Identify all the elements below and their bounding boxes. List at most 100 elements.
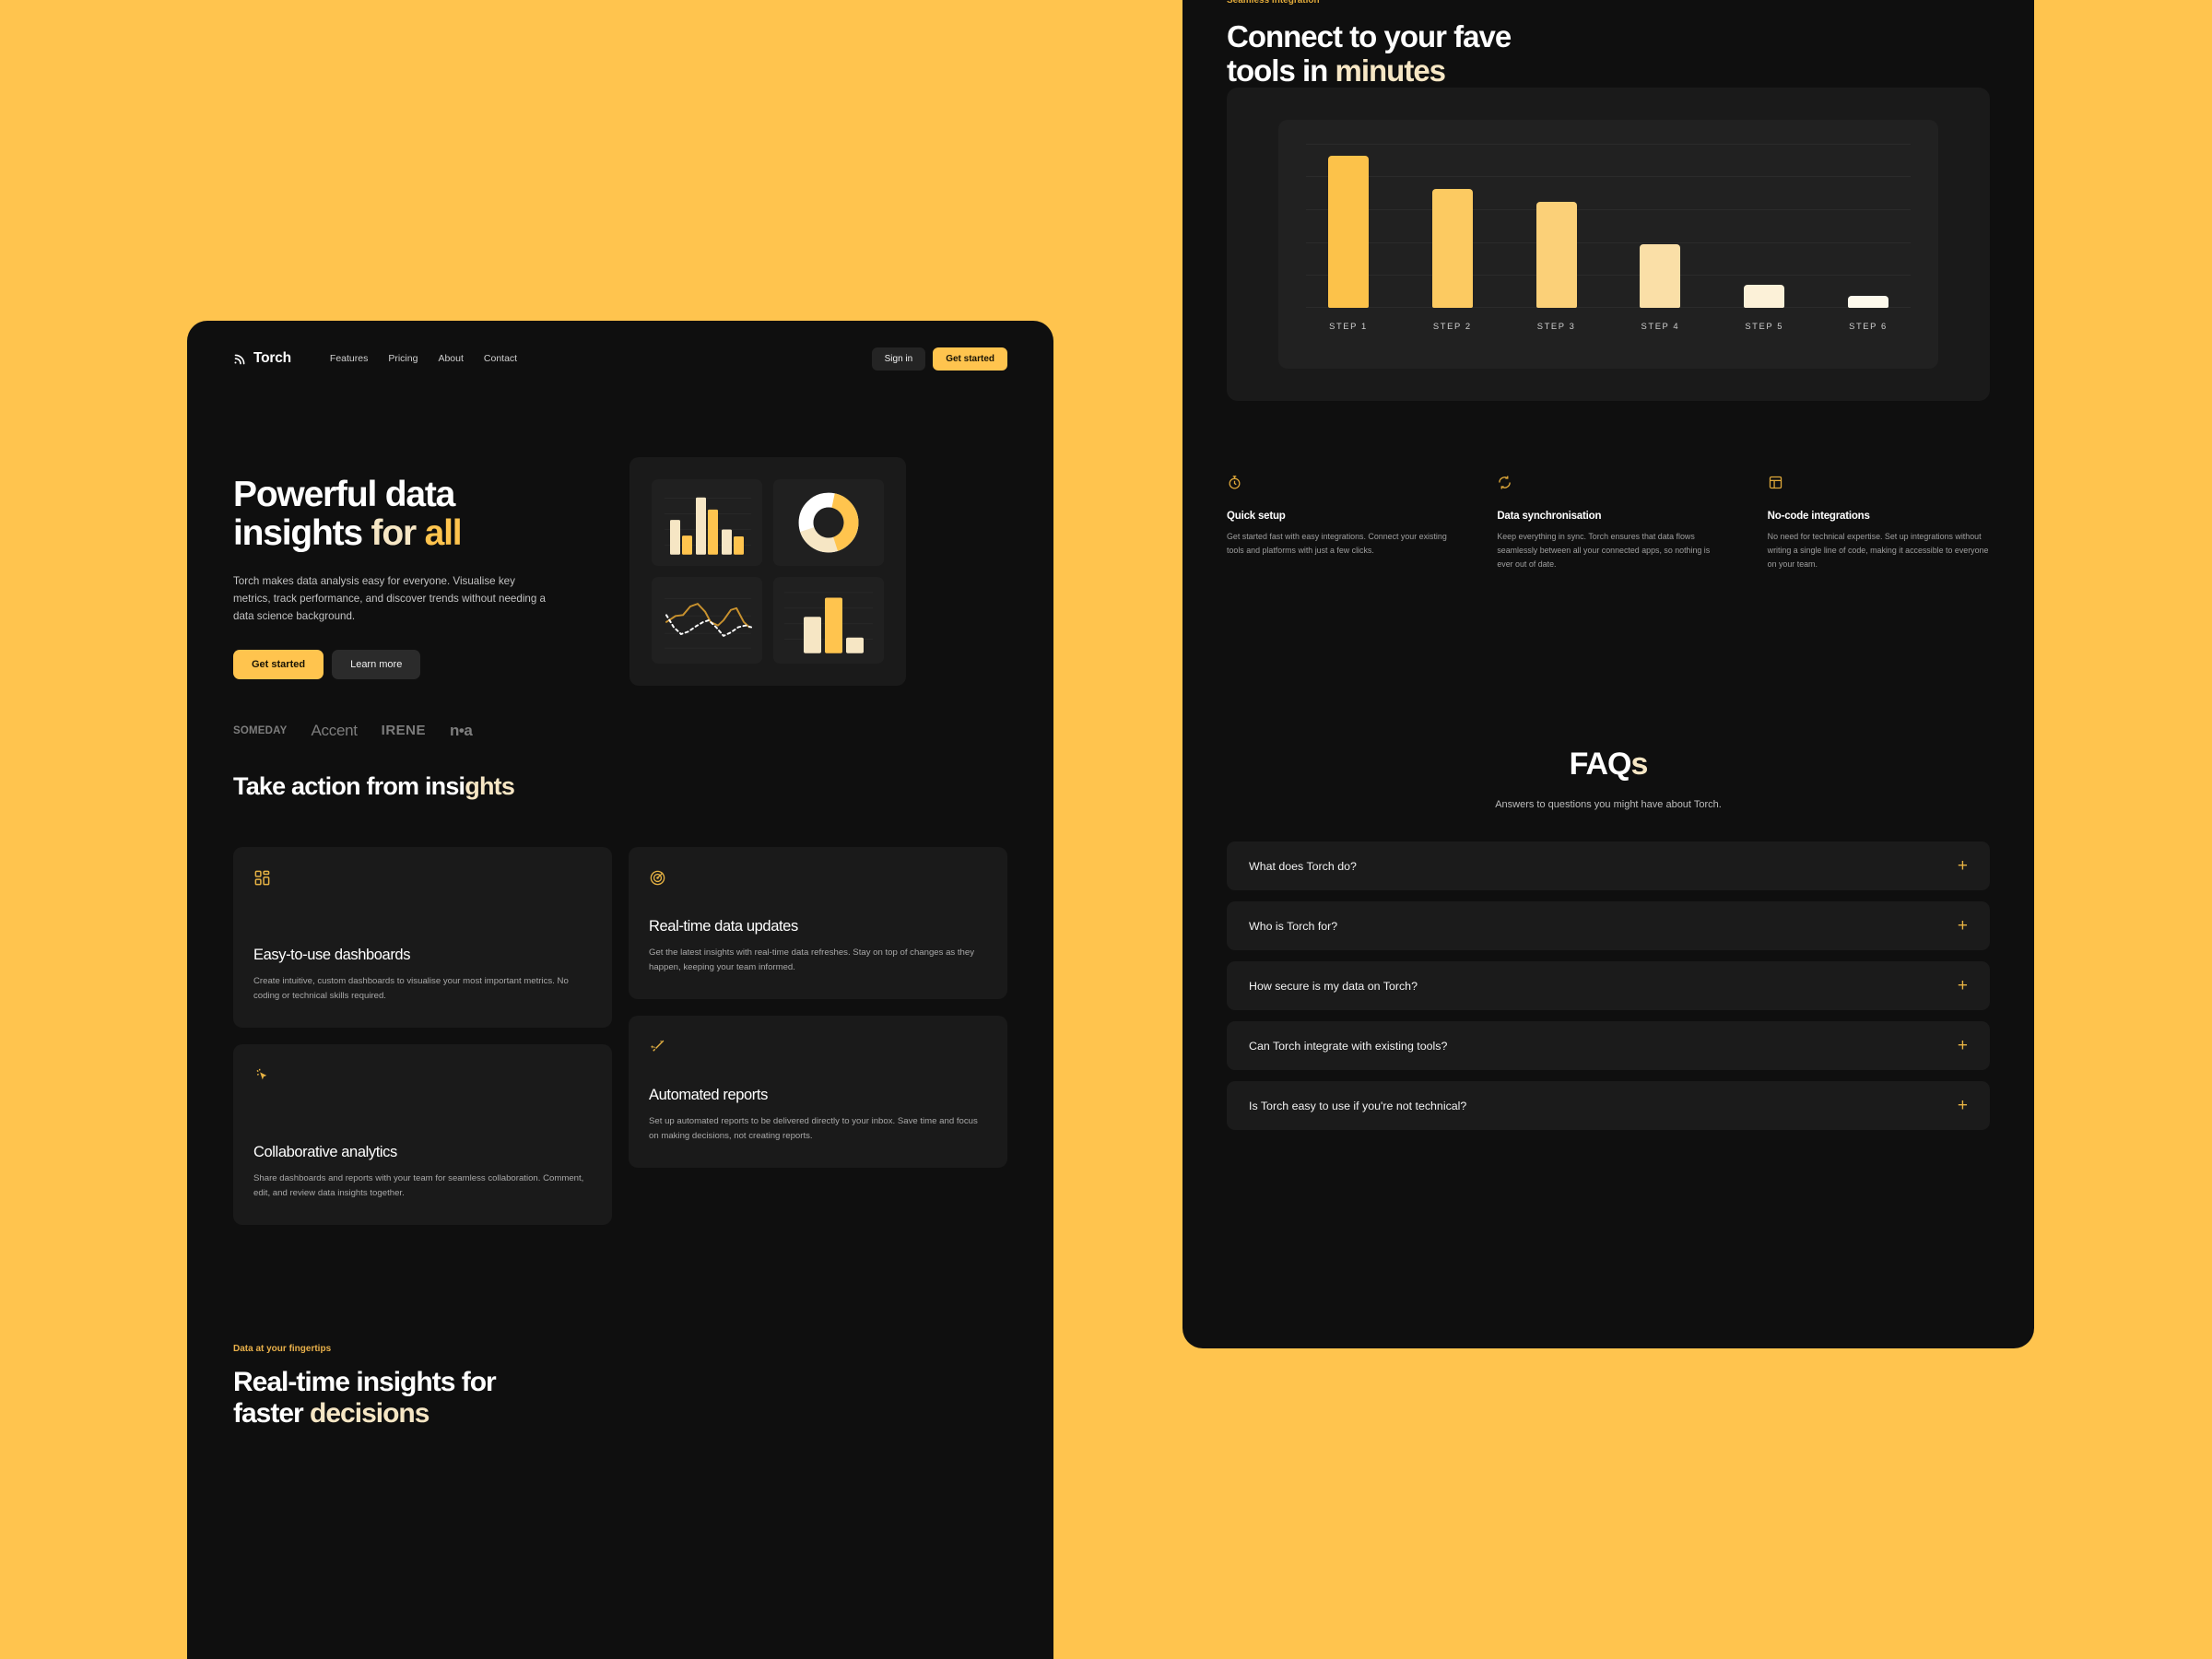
nav-link-contact[interactable]: Contact	[484, 353, 517, 364]
integration-feature-body-1: Keep everything in sync. Torch ensures t…	[1497, 532, 1711, 570]
hero-line-chart	[652, 577, 762, 664]
logo-irene: IRENE	[381, 723, 427, 739]
feature-body-collaborative: Share dashboards and reports with your t…	[253, 1173, 584, 1199]
faq-section: FAQs Answers to questions you might have…	[1227, 747, 1990, 1130]
faq-item[interactable]: Who is Torch for? +	[1227, 901, 1990, 950]
mini-bar-chart-svg	[665, 497, 751, 555]
hero-title: Powerful data insights for all	[233, 475, 602, 554]
bar-column	[1618, 144, 1702, 308]
faq-item[interactable]: What does Torch do? +	[1227, 841, 1990, 890]
hero-mini-bar-chart	[652, 479, 762, 566]
integration-title-line1: Connect to your fave	[1227, 19, 1512, 53]
card-spacer	[253, 887, 592, 947]
nav-link-about[interactable]: About	[438, 353, 463, 364]
faq-subtitle: Answers to questions you might have abou…	[1495, 799, 1722, 810]
integration-feature-quick-setup: Quick setup Get started fast with easy i…	[1227, 475, 1449, 571]
feature-card-collaborative[interactable]: Collaborative analytics Share dashboards…	[233, 1044, 612, 1225]
integration-feature-title-1: Data synchronisation	[1497, 511, 1602, 522]
faq-list: What does Torch do? + Who is Torch for? …	[1227, 841, 1990, 1130]
x-label-step-4: STEP 4	[1641, 321, 1680, 331]
layout-panel-icon	[1769, 476, 1782, 489]
integration-eyebrow: Seamless integration	[1227, 0, 1320, 6]
brand-logo[interactable]: Torch	[233, 350, 291, 367]
bar-step-5	[1744, 285, 1785, 308]
feature-card-automated[interactable]: Automated reports Set up automated repor…	[629, 1015, 1007, 1168]
integration-title-line2-b: minutes	[1335, 53, 1447, 88]
line-chart-svg	[665, 598, 752, 649]
plus-icon[interactable]: +	[1958, 1097, 1968, 1114]
integration-title: Connect to your fave tools in minutes	[1227, 19, 1992, 88]
sign-in-button[interactable]: Sign in	[871, 347, 926, 371]
bar-column	[1306, 144, 1391, 308]
bar-step-2	[1431, 189, 1473, 308]
header-get-started-button[interactable]: Get started	[933, 347, 1007, 371]
stopwatch-icon	[1229, 476, 1241, 489]
nav-link-features[interactable]: Features	[330, 353, 368, 364]
logo-na: n•a	[450, 721, 473, 739]
integration-feature-body-0: Get started fast with easy integrations.…	[1227, 532, 1447, 556]
hero-title-line2-b: for	[371, 513, 425, 554]
card-spacer	[253, 1084, 592, 1144]
integration-feature-title-0: Quick setup	[1227, 511, 1286, 522]
plus-icon[interactable]: +	[1958, 857, 1968, 875]
feature-title-dashboards: Easy-to-use dashboards	[253, 947, 411, 964]
left-page-panel: Torch Features Pricing About Contact Sig…	[187, 321, 1053, 1659]
faq-item[interactable]: Can Torch integrate with existing tools?…	[1227, 1021, 1990, 1070]
plus-icon[interactable]: +	[1958, 977, 1968, 994]
faq-question-2: How secure is my data on Torch?	[1249, 979, 1418, 993]
faq-title-a: FAQ	[1569, 747, 1632, 782]
plus-icon[interactable]: +	[1958, 917, 1968, 935]
bar-column	[1410, 144, 1495, 308]
chart-x-axis-labels: STEP 1 STEP 2 STEP 3 STEP 4 STEP 5 STEP …	[1306, 321, 1911, 331]
feature-body-realtime: Get the latest insights with real-time d…	[649, 947, 975, 972]
feature-card-dashboards[interactable]: Easy-to-use dashboards Create intuitive,…	[233, 847, 612, 1028]
integration-feature-no-code: No-code integrations No need for technic…	[1768, 475, 1990, 571]
dashboard-grid-icon	[254, 870, 270, 886]
integration-feature-body-2: No need for technical expertise. Set up …	[1767, 532, 1989, 570]
bar-step-1	[1328, 156, 1369, 308]
three-bar-chart-svg	[784, 592, 873, 653]
bar-column	[1826, 144, 1911, 308]
feature-body-dashboards: Create intuitive, custom dashboards to v…	[253, 976, 569, 1002]
page-root: Torch Features Pricing About Contact Sig…	[0, 0, 2212, 1659]
hero-description: Torch makes data analysis easy for every…	[233, 575, 546, 622]
faq-item[interactable]: Is Torch easy to use if you're not techn…	[1227, 1081, 1990, 1130]
feature-title-collaborative: Collaborative analytics	[253, 1144, 397, 1161]
feature-column-right: Real-time data updates Get the latest in…	[629, 847, 1007, 1168]
take-action-title-a: Take action from insi	[233, 772, 465, 800]
hero-get-started-button[interactable]: Get started	[233, 649, 324, 679]
x-label-step-1: STEP 1	[1329, 321, 1368, 331]
feature-card-realtime[interactable]: Real-time data updates Get the latest in…	[629, 847, 1007, 999]
sync-refresh-icon	[1499, 476, 1512, 489]
nav-link-pricing[interactable]: Pricing	[388, 353, 418, 364]
donut-chart-svg	[798, 492, 859, 553]
realtime-insights-section: Data at your fingertips Real-time insigh…	[233, 1344, 1007, 1430]
hero-chart-grid	[629, 457, 906, 686]
x-label-step-6: STEP 6	[1849, 321, 1888, 331]
x-label-step-2: STEP 2	[1432, 321, 1472, 331]
faq-title: FAQs	[1227, 747, 1990, 782]
bar-column	[1514, 144, 1599, 308]
faq-question-4: Is Torch easy to use if you're not techn…	[1249, 1099, 1467, 1112]
magic-wand-icon	[650, 1040, 665, 1052]
hero-cta-group: Get started Learn more	[233, 649, 602, 679]
realtime-title-line2-a: faster	[233, 1398, 311, 1430]
feature-title-automated: Automated reports	[649, 1086, 768, 1103]
steps-bar-chart-container: STEP 1 STEP 2 STEP 3 STEP 4 STEP 5 STEP …	[1227, 88, 1990, 401]
hero-learn-more-button[interactable]: Learn more	[332, 649, 421, 679]
cursor-sparkle-icon	[256, 1068, 267, 1080]
faq-item[interactable]: How secure is my data on Torch? +	[1227, 961, 1990, 1010]
plus-icon[interactable]: +	[1958, 1037, 1968, 1054]
hero-donut-chart	[773, 479, 884, 566]
torch-signal-icon	[234, 354, 245, 364]
integration-title-line2-a: tools in	[1227, 53, 1335, 88]
integration-header: Seamless integration Connect to your fav…	[1227, 0, 1992, 88]
hero-three-bar-chart	[773, 577, 884, 664]
site-header: Torch Features Pricing About Contact Sig…	[233, 339, 1007, 378]
logo-accent: Accent	[311, 721, 358, 739]
feature-title-realtime: Real-time data updates	[649, 918, 798, 935]
right-page-panel: Seamless integration Connect to your fav…	[1182, 0, 2034, 1348]
steps-bar-chart: STEP 1 STEP 2 STEP 3 STEP 4 STEP 5 STEP …	[1278, 120, 1938, 369]
integration-feature-data-sync: Data synchronisation Keep everything in …	[1497, 475, 1719, 571]
hero-section: Powerful data insights for all Torch mak…	[233, 457, 1007, 740]
